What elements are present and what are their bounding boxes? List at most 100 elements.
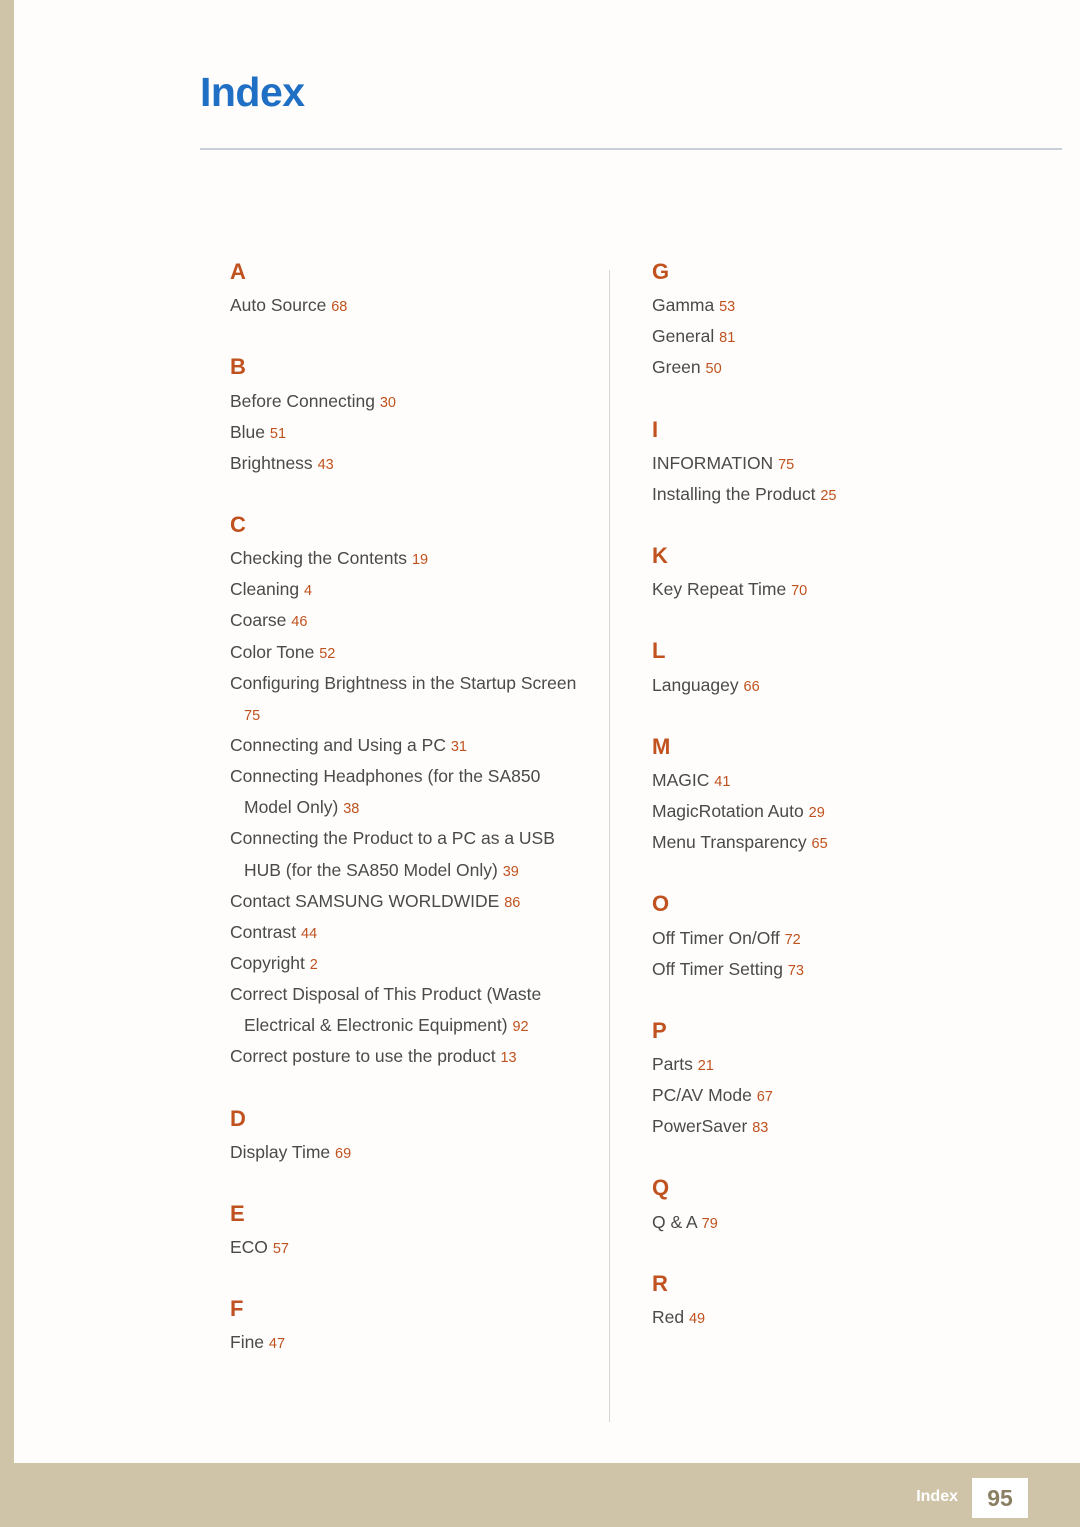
index-entry-page: 86 — [504, 894, 521, 911]
index-entry[interactable]: Contact SAMSUNG WORLDWIDE 86 — [230, 886, 630, 917]
index-entry[interactable]: Q & A 79 — [652, 1207, 1052, 1238]
index-column-left: A Auto Source 68 B Before Connecting 30 Blue… — [230, 259, 630, 1359]
index-entry[interactable]: MagicRotation Auto 29 — [652, 796, 1052, 827]
index-entry-page: 43 — [317, 456, 334, 473]
index-entry-page: 47 — [268, 1336, 286, 1353]
index-entry[interactable]: ECO 57 — [230, 1232, 630, 1263]
index-entry-page: 66 — [743, 678, 760, 695]
index-entry-label: Menu Transparency — [652, 832, 807, 853]
index-entry[interactable]: General 81 — [652, 321, 1052, 352]
index-entry[interactable]: Gamma 53 — [652, 290, 1052, 321]
index-entry-page: 57 — [272, 1241, 289, 1258]
index-entry-label: Parts — [652, 1054, 693, 1074]
index-entry[interactable]: Brightness 43 — [230, 448, 630, 479]
index-entry-label: Checking the Contents — [230, 548, 408, 569]
index-entry-label: Display Time — [230, 1141, 331, 1162]
index-entry-page: 31 — [450, 738, 467, 755]
page-header: Index — [200, 72, 1060, 113]
index-entry[interactable]: Connecting and Using a PC 31 — [230, 730, 630, 761]
index-entry[interactable]: Red 49 — [652, 1302, 1052, 1333]
index-entry-page: 44 — [301, 925, 318, 942]
index-entry-page: 25 — [820, 487, 837, 504]
index-entry-label: Gamma — [652, 295, 715, 316]
index-entry[interactable]: Languagey 66 — [652, 670, 1052, 701]
index-letter-heading: R — [652, 1270, 668, 1296]
index-entry-page: 75 — [778, 456, 795, 473]
index-entry-continuation: Model Only) — [244, 797, 339, 818]
index-entry-page: 39 — [502, 863, 519, 880]
index-entry-page: 65 — [811, 836, 828, 853]
index-entry[interactable]: Connecting Headphones (for the SA850 Mode… — [230, 761, 630, 823]
index-entry-label: MAGIC — [652, 769, 710, 790]
index-entry-page: 72 — [784, 931, 801, 948]
index-columns: A Auto Source 68 B Before Connecting 30 Blue… — [200, 259, 1062, 1422]
index-entry[interactable]: Display Time 69 — [230, 1137, 630, 1168]
index-entry-page: 75 — [244, 707, 261, 724]
index-entry-label: PC/AV Mode — [652, 1085, 752, 1106]
index-entry[interactable]: Cleaning 4 — [230, 574, 630, 605]
index-letter-heading: L — [652, 638, 666, 664]
index-entry[interactable]: Green 50 — [652, 352, 1052, 383]
index-entry[interactable]: PowerSaver 83 — [652, 1111, 1052, 1142]
index-entry-page: 51 — [269, 425, 287, 442]
index-letter-heading: F — [230, 1296, 244, 1322]
index-entry[interactable]: PC/AV Mode 67 — [652, 1080, 1052, 1111]
index-entry-page: 81 — [719, 330, 736, 347]
footer-page-number: 95 — [972, 1478, 1028, 1518]
index-entry-label: Contrast — [230, 921, 297, 942]
index-entry[interactable]: INFORMATION 75 — [652, 448, 1052, 479]
index-entry[interactable]: Off Timer Setting 73 — [652, 954, 1052, 985]
index-letter-heading: A — [230, 259, 246, 284]
index-entry-label: General — [652, 326, 715, 347]
index-entry[interactable]: Coarse 46 — [230, 605, 630, 636]
index-entry[interactable]: Correct Disposal of This Product (Waste E… — [230, 979, 630, 1041]
index-entry-page: 92 — [512, 1019, 529, 1036]
index-letter-heading: M — [652, 733, 671, 759]
index-entry-page: 29 — [808, 805, 825, 822]
index-entry-label: Green — [652, 357, 701, 378]
index-entry-page: 83 — [752, 1120, 769, 1137]
index-entry-page: 49 — [688, 1310, 706, 1327]
index-entry-page: 69 — [335, 1145, 352, 1162]
index-entry[interactable]: Contrast 44 — [230, 917, 630, 948]
index-entry[interactable]: Off Timer On/Off 72 — [652, 923, 1052, 954]
index-entry-label: Installing the Product — [652, 483, 816, 504]
index-entry-page: 67 — [756, 1089, 773, 1106]
index-entry-page: 2 — [309, 956, 318, 973]
index-entry-page: 70 — [791, 583, 808, 600]
index-entry[interactable]: Connecting the Product to a PC as a USB H… — [230, 823, 630, 885]
index-entry[interactable]: Menu Transparency 65 — [652, 827, 1052, 858]
index-letter-heading: B — [230, 354, 246, 380]
index-entry[interactable]: Copyright 2 — [230, 948, 630, 979]
index-entry[interactable]: Blue 51 — [230, 417, 630, 448]
left-edge-strip — [0, 0, 14, 1527]
index-entry[interactable]: Correct posture to use the product 13 — [230, 1041, 630, 1072]
index-entry-label: Before Connecting — [230, 390, 375, 411]
index-entry[interactable]: Color Tone 52 — [230, 637, 630, 668]
index-entry-page: 50 — [705, 361, 722, 378]
index-letter-heading: O — [652, 891, 670, 917]
index-entry-label: Blue — [230, 421, 266, 442]
index-entry-label: Copyright — [230, 952, 305, 973]
index-entry[interactable]: Checking the Contents 19 — [230, 543, 630, 574]
index-entry[interactable]: Parts 21 — [652, 1049, 1052, 1080]
index-entry-page: 38 — [343, 801, 360, 818]
index-entry-page: 79 — [701, 1215, 718, 1232]
index-entry[interactable]: Fine 47 — [230, 1327, 630, 1358]
index-entry[interactable]: Installing the Product 25 — [652, 479, 1052, 510]
index-entry[interactable]: Key Repeat Time 70 — [652, 574, 1052, 605]
index-entry-label: Correct Disposal of This Product (Waste — [230, 984, 542, 1005]
index-entry-page: 4 — [303, 583, 313, 600]
page-title: Index — [200, 69, 305, 115]
index-letter-heading: Q — [652, 1175, 670, 1201]
index-entry[interactable]: MAGIC 41 — [652, 765, 1052, 796]
index-entry[interactable]: Configuring Brightness in the Startup Sc… — [230, 668, 630, 730]
index-entry-label: Off Timer On/Off — [652, 927, 780, 948]
index-entry[interactable]: Before Connecting 30 — [230, 386, 630, 417]
index-column-right: G Gamma 53 General 81 Green 50 I INFORMATION … — [652, 259, 1052, 1333]
index-entry-continuation: HUB (for the SA850 Model Only) — [244, 859, 498, 880]
index-entry[interactable]: Auto Source 68 — [230, 290, 630, 321]
index-entry-label: Contact SAMSUNG WORLDWIDE — [230, 890, 500, 911]
index-entry-label: Off Timer Setting — [652, 958, 783, 979]
index-entry-page: 19 — [411, 552, 429, 569]
